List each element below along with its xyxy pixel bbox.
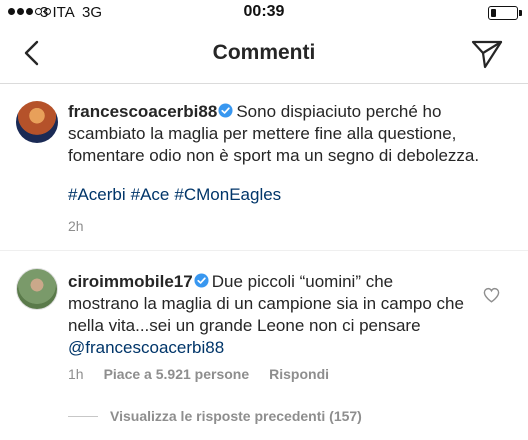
status-bar: 3 ITA 3G 00:39	[0, 0, 528, 26]
divider	[0, 250, 528, 251]
status-time: 00:39	[243, 3, 285, 20]
avatar[interactable]	[16, 101, 58, 143]
comment-text: ciroimmobile17 Due piccoli “uomini” che m…	[68, 271, 468, 359]
battery-icon	[488, 6, 522, 20]
view-replies-label: Visualizza le risposte precedenti (157)	[110, 408, 362, 424]
heart-icon	[483, 287, 500, 303]
comment-meta: 1h Piace a 5.921 persone Rispondi	[68, 366, 329, 382]
comment-timestamp: 1h	[68, 366, 84, 382]
page-title: Commenti	[212, 41, 316, 64]
likes-count[interactable]: Piace a 5.921 persone	[104, 366, 250, 382]
hashtag-link[interactable]: #Ace	[131, 185, 170, 204]
verified-badge-icon	[194, 273, 209, 288]
caption-timestamp: 2h	[68, 218, 84, 234]
view-replies-line	[68, 415, 98, 417]
hashtag-link[interactable]: #Acerbi	[68, 185, 126, 204]
verified-badge-icon	[218, 103, 233, 118]
mention-link[interactable]: @francescoacerbi88	[68, 338, 224, 357]
comment-username[interactable]: ciroimmobile17	[68, 272, 193, 291]
paper-plane-icon	[471, 40, 503, 69]
view-replies-button[interactable]: Visualizza le risposte precedenti (157)	[68, 408, 362, 424]
like-button[interactable]	[483, 287, 500, 303]
share-button[interactable]	[470, 38, 504, 70]
battery-level	[491, 9, 496, 17]
reply-button[interactable]: Rispondi	[269, 366, 329, 382]
hashtag-list: #Acerbi #Ace #CMonEagles	[68, 185, 286, 205]
caption-text: francescoacerbi88 Sono dispiaciuto perché…	[68, 101, 516, 167]
header-bar: Commenti	[0, 26, 528, 84]
avatar[interactable]	[16, 268, 58, 310]
caption-username[interactable]: francescoacerbi88	[68, 102, 217, 121]
hashtag-link[interactable]: #CMonEagles	[174, 185, 281, 204]
